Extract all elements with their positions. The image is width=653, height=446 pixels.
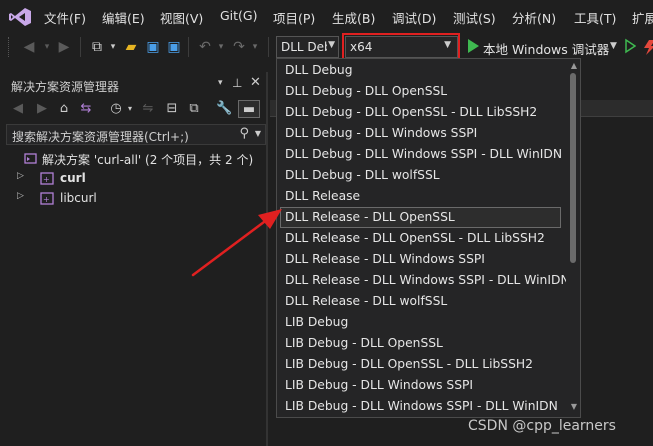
scroll-up-icon[interactable]: ▲ — [571, 61, 577, 70]
config-option[interactable]: LIB Debug - DLL OpenSSL — [280, 333, 561, 354]
config-option[interactable]: DLL Debug - DLL OpenSSL — [280, 81, 561, 102]
cpp-project-icon: + — [40, 192, 54, 205]
solution-configuration-combobox[interactable]: DLL Deb ▼ — [276, 36, 339, 58]
visual-studio-logo-icon — [9, 8, 31, 26]
solution-icon — [24, 153, 37, 164]
config-option[interactable]: DLL Release — [280, 186, 561, 207]
menu-edit[interactable]: 编辑(E) — [102, 8, 145, 27]
pin-icon[interactable]: ⊥ — [232, 76, 242, 90]
toolbar-separator — [268, 37, 269, 57]
project-node-curl[interactable]: ▷ + curl — [0, 169, 266, 189]
toolbar-separator — [188, 37, 189, 57]
solution-explorer-search-input[interactable]: 搜索解决方案资源管理器(Ctrl+;) ⚲ ▼ — [6, 124, 266, 145]
save-icon[interactable]: ▣ — [144, 38, 162, 56]
show-all-files-icon[interactable]: ⧉ — [186, 100, 202, 118]
undo-dropdown-icon[interactable]: ▾ — [212, 38, 230, 56]
config-option[interactable]: DLL Release - DLL Windows SSPI - DLL Win… — [280, 270, 570, 291]
window-position-dropdown-icon[interactable]: ▾ — [218, 78, 223, 88]
cpp-project-icon: + — [40, 172, 54, 185]
open-folder-icon[interactable]: ▰ — [122, 38, 140, 56]
red-highlight-box — [342, 33, 460, 60]
menu-build[interactable]: 生成(B) — [332, 8, 375, 27]
search-placeholder: 搜索解决方案资源管理器(Ctrl+;) — [12, 130, 189, 144]
project-label-curl: curl — [60, 171, 86, 185]
menu-file[interactable]: 文件(F) — [44, 8, 86, 27]
collapse-all-icon[interactable]: ⊟ — [164, 100, 180, 118]
config-option[interactable]: LIB Debug — [280, 312, 561, 333]
home-icon[interactable]: ⌂ — [56, 100, 72, 118]
solution-node[interactable]: 解决方案 'curl-all' (2 个项目，共 2 个) — [0, 149, 266, 169]
solution-explorer-title: 解决方案资源管理器 — [11, 80, 120, 94]
config-option[interactable]: DLL Release - DLL OpenSSL - DLL LibSSH2 — [280, 228, 561, 249]
back-icon[interactable]: ◀ — [10, 100, 26, 118]
config-option[interactable]: DLL Debug - DLL Windows SSPI - DLL WinID… — [280, 144, 562, 165]
config-option[interactable]: LIB Debug - DLL OpenSSL - DLL LibSSH2 — [280, 354, 561, 375]
redo-dropdown-icon[interactable]: ▾ — [246, 38, 264, 56]
menu-view[interactable]: 视图(V) — [160, 8, 203, 27]
menu-debug[interactable]: 调试(D) — [392, 8, 436, 27]
config-option[interactable]: DLL Release - DLL wolfSSL — [280, 291, 561, 312]
hot-reload-icon[interactable] — [640, 38, 653, 56]
chevron-down-icon: ▼ — [328, 40, 335, 50]
menu-extensions[interactable]: 扩展 — [632, 8, 653, 27]
menu-git[interactable]: Git(G) — [220, 8, 258, 23]
start-without-debugging-icon[interactable] — [624, 38, 636, 54]
back-dropdown-icon[interactable]: ▾ — [38, 38, 56, 56]
dropdown-scrollbar[interactable]: ▲ ▼ — [566, 59, 580, 417]
scroll-down-icon[interactable]: ▼ — [571, 402, 577, 411]
config-option-highlighted[interactable]: DLL Release - DLL OpenSSL — [280, 207, 561, 228]
configuration-dropdown-list[interactable]: DLL Debug DLL Debug - DLL OpenSSL DLL De… — [276, 58, 581, 418]
back-icon[interactable]: ◀ — [20, 38, 38, 56]
svg-text:+: + — [43, 175, 50, 184]
sync-icon[interactable]: ⇋ — [140, 100, 156, 118]
forward-icon[interactable]: ▶ — [55, 38, 73, 56]
start-debugging-label[interactable]: 本地 Windows 调试器 — [483, 39, 609, 58]
search-options-dropdown-icon[interactable]: ▼ — [255, 129, 261, 138]
save-all-icon[interactable]: ▣ — [165, 38, 183, 56]
filter-dropdown-icon[interactable]: ▾ — [122, 100, 138, 118]
csdn-watermark: CSDN @cpp_learners — [468, 418, 616, 434]
config-option[interactable]: DLL Debug - DLL Windows SSPI — [280, 123, 561, 144]
config-option[interactable]: DLL Release - DLL Windows SSPI — [280, 249, 561, 270]
menu-analyze[interactable]: 分析(N) — [512, 8, 556, 27]
search-icon[interactable]: ⚲ — [239, 126, 249, 141]
config-option[interactable]: LIB Debug - DLL Windows SSPI - DLL WinID… — [280, 396, 561, 417]
menu-test[interactable]: 测试(S) — [453, 8, 496, 27]
expand-arrow-icon[interactable]: ▷ — [17, 191, 24, 201]
menu-project[interactable]: 项目(P) — [273, 8, 315, 27]
toolbar-grip[interactable] — [8, 37, 12, 57]
toolbar-separator — [80, 37, 81, 57]
close-icon[interactable]: ✕ — [250, 75, 261, 90]
new-project-dropdown-icon[interactable]: ▾ — [104, 38, 122, 56]
project-label-libcurl: libcurl — [60, 191, 97, 205]
menu-tools[interactable]: 工具(T) — [574, 8, 616, 27]
expand-arrow-icon[interactable]: ▷ — [17, 171, 24, 181]
solution-configuration-value: DLL Deb — [281, 40, 327, 54]
preview-selected-items-icon[interactable]: ▬ — [238, 100, 260, 118]
properties-icon[interactable]: 🔧 — [216, 100, 232, 118]
red-annotation-arrow — [191, 209, 282, 277]
svg-text:+: + — [43, 195, 50, 204]
start-debugging-icon[interactable] — [466, 38, 480, 54]
forward-icon[interactable]: ▶ — [34, 100, 50, 118]
switch-views-icon[interactable]: ⇆ — [78, 100, 94, 118]
config-option[interactable]: DLL Debug - DLL OpenSSL - DLL LibSSH2 — [280, 102, 561, 123]
scrollbar-thumb[interactable] — [570, 73, 576, 263]
debug-target-dropdown-icon[interactable]: ▼ — [610, 41, 617, 51]
config-option[interactable]: DLL Debug — [280, 60, 561, 81]
config-option[interactable]: LIB Debug - DLL Windows SSPI — [280, 375, 561, 396]
config-option[interactable]: DLL Debug - DLL wolfSSL — [280, 165, 561, 186]
solution-label: 解决方案 'curl-all' (2 个项目，共 2 个) — [42, 153, 254, 167]
